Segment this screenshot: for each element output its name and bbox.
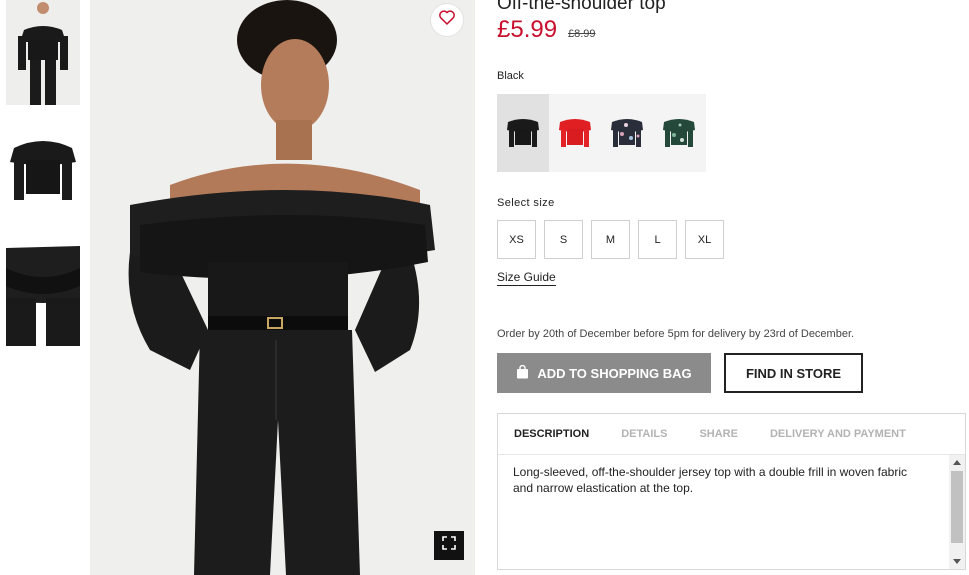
thumbnail-model-full[interactable] <box>6 0 80 105</box>
add-to-bag-label: ADD TO SHOPPING BAG <box>537 365 692 381</box>
size-xs-button[interactable]: XS <box>497 220 536 259</box>
scroll-up-icon[interactable] <box>953 460 961 465</box>
swatch-floral-print[interactable] <box>601 94 653 172</box>
size-m-button[interactable]: M <box>591 220 630 259</box>
size-l-button[interactable]: L <box>638 220 677 259</box>
scroll-thumb[interactable] <box>951 471 963 543</box>
size-selector: XS S M L XL <box>497 220 724 259</box>
description-text: Long-sleeved, off-the-shoulder jersey to… <box>513 465 907 495</box>
find-in-store-button[interactable]: FIND IN STORE <box>724 353 863 393</box>
thumbnail-detail[interactable] <box>6 238 80 346</box>
description-scrollbar[interactable] <box>949 455 965 569</box>
tab-share[interactable]: SHARE <box>699 428 738 440</box>
swatch-black[interactable] <box>497 94 549 172</box>
delivery-note: Order by 20th of December before 5pm for… <box>497 328 855 340</box>
size-s-button[interactable]: S <box>544 220 583 259</box>
swatch-red[interactable] <box>549 94 601 172</box>
product-old-price: £8.99 <box>568 28 596 40</box>
size-xl-button[interactable]: XL <box>685 220 724 259</box>
info-tabs: DESCRIPTION DETAILS SHARE DELIVERY AND P… <box>498 414 965 455</box>
thumbnail-top-flat[interactable] <box>6 122 80 214</box>
product-main-image[interactable] <box>90 0 475 575</box>
product-price: £5.99 <box>497 16 558 43</box>
tab-delivery-and-payment[interactable]: DELIVERY AND PAYMENT <box>770 428 906 440</box>
color-swatches <box>497 94 706 172</box>
size-guide-link[interactable]: Size Guide <box>497 270 556 286</box>
add-to-bag-button[interactable]: ADD TO SHOPPING BAG <box>497 353 711 393</box>
scroll-down-icon[interactable] <box>953 559 961 564</box>
fullscreen-icon <box>442 536 456 555</box>
heart-icon <box>439 10 455 30</box>
product-info-panel: DESCRIPTION DETAILS SHARE DELIVERY AND P… <box>497 413 966 570</box>
product-title: Off-the-shoulder top <box>497 0 666 14</box>
tab-details[interactable]: DETAILS <box>621 428 667 440</box>
swatch-green-print[interactable] <box>653 94 705 172</box>
tab-description[interactable]: DESCRIPTION <box>514 428 589 440</box>
select-size-label: Select size <box>497 197 555 209</box>
shopping-bag-icon <box>516 364 529 382</box>
favorite-button[interactable] <box>430 3 464 37</box>
fullscreen-button[interactable] <box>434 531 464 560</box>
selected-color-label: Black <box>497 70 524 82</box>
